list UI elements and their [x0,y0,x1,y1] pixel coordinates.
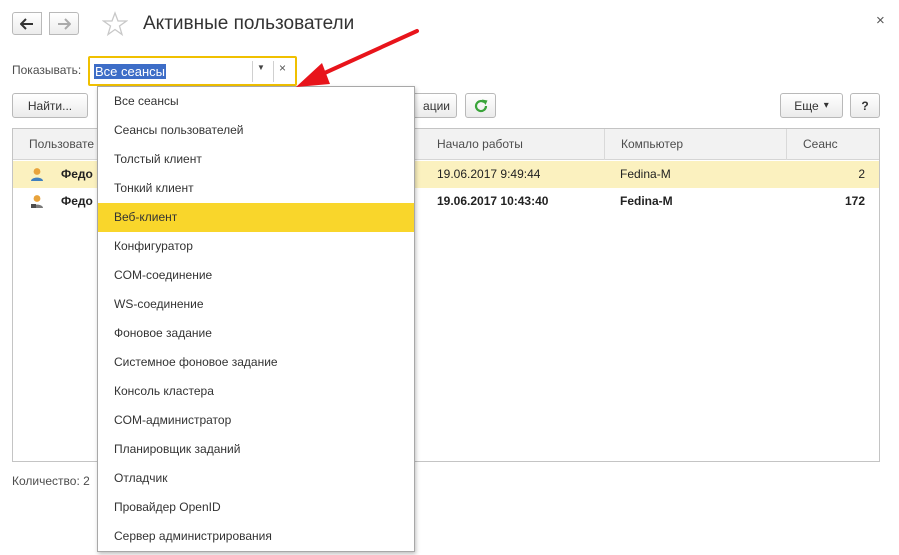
column-header-start[interactable]: Начало работы [421,129,605,160]
cell-session: 2 [858,167,865,181]
dropdown-item-thin-client[interactable]: Тонкий клиент [98,174,414,203]
filter-input[interactable]: Все сеансы [94,62,249,81]
cell-session: 172 [844,194,865,208]
dropdown-item-admin-server[interactable]: Сервер администрирования [98,522,414,551]
dropdown-item-user-sessions[interactable]: Сеансы пользователей [98,116,414,145]
forward-button[interactable] [49,12,79,35]
dropdown-item-all-sessions[interactable]: Все сеансы [98,87,414,116]
dropdown-item-com-administrator[interactable]: COM-администратор [98,406,414,435]
cell-user: Федо [61,194,93,208]
filter-label: Показывать: [12,63,82,77]
filter-separator [273,61,274,82]
dropdown-item-openid-provider[interactable]: Провайдер OpenID [98,493,414,522]
column-header-computer[interactable]: Компьютер [605,129,787,160]
page-title: Активные пользователи [143,13,355,34]
filter-value: Все сеансы [94,64,166,79]
count-label: Количество: 2 [12,474,90,488]
more-button[interactable]: Еще ▾ [780,93,843,118]
dropdown-item-thick-client[interactable]: Толстый клиент [98,145,414,174]
refresh-icon [474,99,487,112]
back-button[interactable] [12,12,42,35]
dropdown-item-system-background-job[interactable]: Системное фоновое задание [98,348,414,377]
dropdown-arrow-icon[interactable]: ▼ [257,63,265,72]
dropdown-item-ws-connection[interactable]: WS-соединение [98,290,414,319]
close-icon[interactable]: × [876,12,885,29]
cell-computer: Fedina-M [620,167,671,181]
more-label: Еще [794,98,819,113]
cell-user: Федо [61,167,93,181]
star-icon[interactable] [102,11,128,37]
dropdown-item-web-client[interactable]: Веб-клиент [98,203,414,232]
dropdown-item-com-connection[interactable]: COM-соединение [98,261,414,290]
forward-arrow-icon [58,17,71,30]
chevron-down-icon: ▾ [823,100,829,111]
dropdown-item-debugger[interactable]: Отладчик [98,464,414,493]
filter-select[interactable]: Все сеансы ▼ × [88,56,297,86]
filter-separator [252,61,253,82]
user-icon [31,195,43,208]
help-button[interactable]: ? [850,93,880,118]
dropdown-item-cluster-console[interactable]: Консоль кластера [98,377,414,406]
cell-computer: Fedina-M [620,194,673,208]
dropdown-item-designer[interactable]: Конфигуратор [98,232,414,261]
refresh-button[interactable] [465,93,496,118]
filter-dropdown-list[interactable]: Все сеансы Сеансы пользователей Толстый … [97,86,415,552]
dropdown-item-job-scheduler[interactable]: Планировщик заданий [98,435,414,464]
back-arrow-icon [20,17,33,30]
column-header-session[interactable]: Сеанс [787,129,879,160]
clear-icon[interactable]: × [279,61,286,75]
dropdown-item-background-job[interactable]: Фоновое задание [98,319,414,348]
cell-start: 19.06.2017 9:49:44 [437,167,541,181]
cell-start: 19.06.2017 10:43:40 [437,194,549,208]
find-button[interactable]: Найти... [12,93,88,118]
user-icon [31,168,43,181]
